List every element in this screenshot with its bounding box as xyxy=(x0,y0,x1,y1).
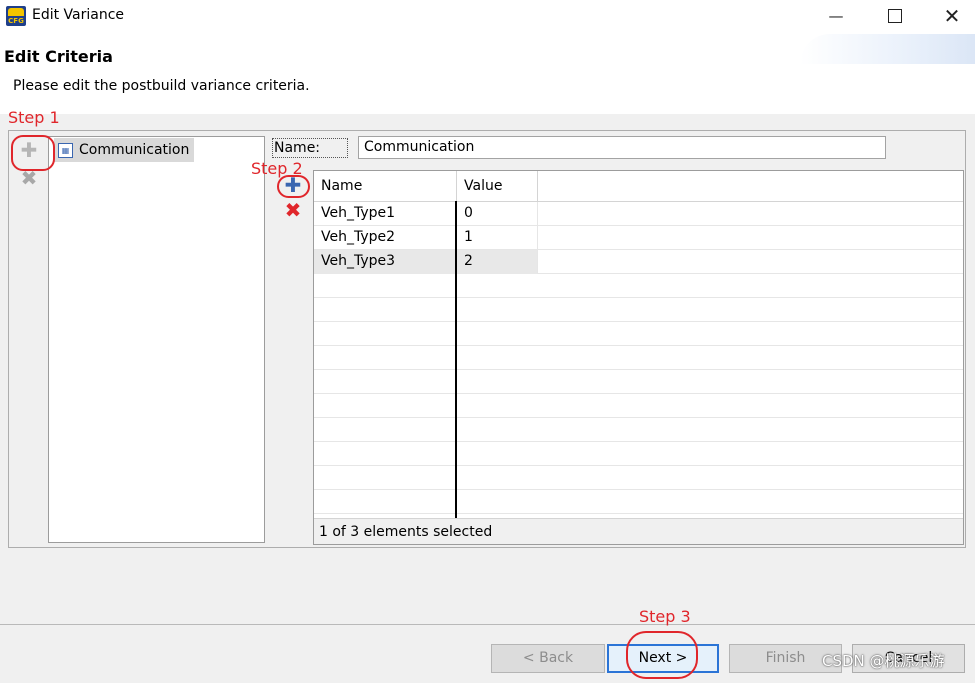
cell-value: 2 xyxy=(457,250,538,274)
values-table: Name Value Veh_Type1 0 Veh_Type2 1 Veh_T… xyxy=(313,170,964,545)
table-row[interactable]: Veh_Type1 0 xyxy=(314,202,963,226)
empty-row xyxy=(314,370,963,394)
empty-row xyxy=(314,466,963,490)
table-row-selected[interactable]: Veh_Type3 2 xyxy=(314,250,963,274)
cell-value: 1 xyxy=(457,226,538,250)
step3-highlight xyxy=(626,631,698,679)
step2-highlight xyxy=(277,175,310,198)
empty-row xyxy=(314,394,963,418)
step1-highlight xyxy=(11,135,55,171)
name-label: Name: xyxy=(272,138,348,158)
watermark: CSDN @桃源乐游 xyxy=(822,652,945,670)
column-header-name[interactable]: Name xyxy=(314,171,457,201)
x-icon: ✖ xyxy=(284,198,302,222)
empty-row xyxy=(314,490,963,514)
criteria-icon: ▦ xyxy=(58,142,73,158)
name-input[interactable]: Communication xyxy=(358,136,886,159)
empty-row xyxy=(314,442,963,466)
tree-item-label: Communication xyxy=(79,142,190,158)
criteria-tree xyxy=(48,136,265,543)
header-decoration xyxy=(800,34,975,64)
page-description: Please edit the postbuild variance crite… xyxy=(13,78,310,94)
empty-row xyxy=(314,346,963,370)
remove-value-button[interactable]: ✖ xyxy=(281,198,305,222)
minimize-icon[interactable]: — xyxy=(813,0,859,32)
column-divider xyxy=(455,201,457,519)
table-header: Name Value xyxy=(314,171,963,202)
page-title: Edit Criteria xyxy=(4,47,113,66)
column-header-value[interactable]: Value xyxy=(457,171,538,201)
close-icon[interactable]: ✕ xyxy=(929,0,975,32)
step3-annotation: Step 3 xyxy=(639,607,691,626)
app-icon: CFG xyxy=(6,6,26,26)
cell-name: Veh_Type3 xyxy=(314,250,457,274)
selection-status: 1 of 3 elements selected xyxy=(314,518,963,544)
title-bar: CFG Edit Variance — ✕ xyxy=(0,0,975,32)
empty-row xyxy=(314,274,963,298)
maximize-icon[interactable] xyxy=(872,0,918,32)
empty-row xyxy=(314,418,963,442)
back-button[interactable]: < Back xyxy=(491,644,605,673)
table-row[interactable]: Veh_Type2 1 xyxy=(314,226,963,250)
window-title: Edit Variance xyxy=(32,7,125,23)
cell-name: Veh_Type2 xyxy=(314,226,457,250)
tree-item-communication[interactable]: ▦ Communication xyxy=(54,138,194,162)
cell-name: Veh_Type1 xyxy=(314,202,457,226)
step1-annotation: Step 1 xyxy=(8,108,60,127)
cell-value: 0 xyxy=(457,202,538,226)
empty-row xyxy=(314,298,963,322)
empty-row xyxy=(314,322,963,346)
